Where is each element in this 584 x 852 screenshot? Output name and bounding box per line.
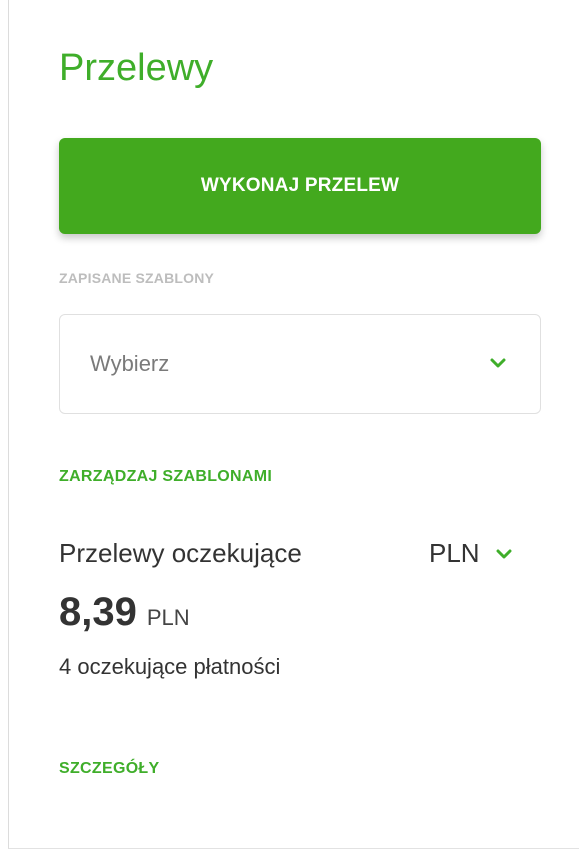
templates-select-value: Wybierz — [90, 351, 170, 376]
currency-select[interactable]: PLN — [429, 538, 514, 569]
saved-templates-label: ZAPISANE SZABLONY — [59, 270, 215, 286]
chevron-down-icon — [496, 549, 512, 558]
pending-transfers-title: Przelewy oczekujące — [59, 538, 302, 568]
chevron-down-icon — [490, 358, 506, 368]
pending-amount-value: 8,39 — [59, 590, 137, 634]
templates-select[interactable]: Wybierz — [59, 314, 541, 414]
pending-amount: 8,39 PLN — [59, 590, 190, 635]
make-transfer-button[interactable]: WYKONAJ PRZELEW — [59, 138, 541, 234]
pending-amount-currency: PLN — [146, 605, 190, 630]
details-link[interactable]: SZCZEGÓŁY — [59, 760, 159, 778]
panel-title: Przelewy — [59, 47, 214, 89]
transfers-panel: Przelewy WYKONAJ PRZELEW ZAPISANE SZABLO… — [8, 0, 579, 849]
currency-select-value: PLN — [429, 538, 480, 568]
manage-templates-link[interactable]: ZARZĄDZAJ SZABLONAMI — [59, 468, 272, 486]
pending-payments-count: 4 oczekujące płatności — [59, 654, 281, 679]
